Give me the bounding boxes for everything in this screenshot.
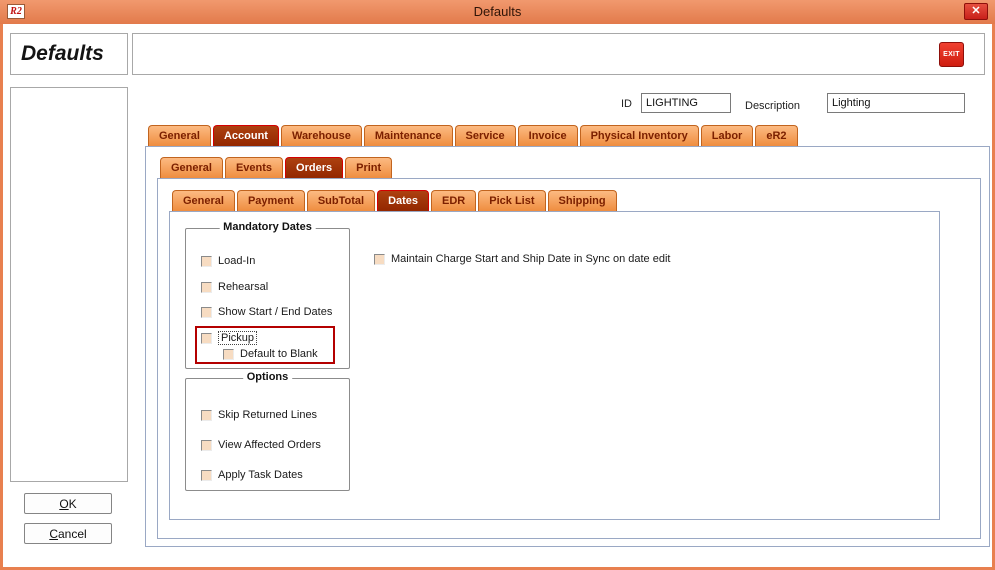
tab-l2-print[interactable]: Print — [345, 157, 392, 178]
load-in-checkbox[interactable] — [201, 256, 212, 267]
apply-task-dates-row: Apply Task Dates — [201, 467, 303, 483]
id-input[interactable] — [641, 93, 731, 113]
rehearsal-row: Rehearsal — [201, 279, 268, 295]
show-start-end-dates-row: Show Start / End Dates — [201, 304, 332, 320]
account-tab-bar: General Events Orders Print — [160, 157, 392, 178]
apply-task-dates-checkbox[interactable] — [201, 470, 212, 481]
tab-l2-general[interactable]: General — [160, 157, 223, 178]
default-to-blank-checkbox[interactable] — [223, 349, 234, 360]
pickup-checkbox[interactable] — [201, 333, 212, 344]
description-label: Description — [745, 100, 800, 112]
tab-l2-orders[interactable]: Orders — [285, 157, 343, 178]
description-input[interactable] — [827, 93, 965, 113]
ok-button[interactable]: OK — [24, 493, 112, 514]
left-list-panel — [10, 87, 128, 482]
rehearsal-label[interactable]: Rehearsal — [218, 281, 268, 293]
skip-returned-lines-row: Skip Returned Lines — [201, 407, 317, 423]
tab-l3-shipping[interactable]: Shipping — [548, 190, 617, 211]
tab-l3-payment[interactable]: Payment — [237, 190, 305, 211]
main-tab-bar: General Account Warehouse Maintenance Se… — [148, 125, 798, 146]
tab-l1-account[interactable]: Account — [213, 125, 279, 146]
skip-returned-lines-checkbox[interactable] — [201, 410, 212, 421]
id-label: ID — [621, 98, 632, 110]
show-start-end-dates-checkbox[interactable] — [201, 307, 212, 318]
maintain-sync-checkbox[interactable] — [374, 254, 385, 265]
tab-l1-service[interactable]: Service — [455, 125, 516, 146]
titlebar: R2 Defaults ✕ — [0, 0, 995, 24]
options-title: Options — [243, 371, 293, 383]
view-affected-orders-checkbox[interactable] — [201, 440, 212, 451]
defaults-window: R2 Defaults ✕ Defaults OK Cancel EXIT ID… — [0, 0, 995, 570]
page-heading-box: Defaults — [10, 33, 128, 75]
tab-l3-general[interactable]: General — [172, 190, 235, 211]
cancel-button[interactable]: Cancel — [24, 523, 112, 544]
exit-icon: EXIT — [943, 51, 960, 58]
tab-l3-pick-list[interactable]: Pick List — [478, 190, 545, 211]
maintain-sync-row: Maintain Charge Start and Ship Date in S… — [374, 251, 670, 267]
apply-task-dates-label[interactable]: Apply Task Dates — [218, 469, 303, 481]
window-title: Defaults — [0, 4, 995, 19]
tab-l1-physical-inventory[interactable]: Physical Inventory — [580, 125, 699, 146]
view-affected-orders-label[interactable]: View Affected Orders — [218, 439, 321, 451]
pickup-row: Pickup — [201, 330, 257, 346]
orders-tab-bar: General Payment SubTotal Dates EDR Pick … — [172, 190, 617, 211]
cancel-button-label: Cancel — [25, 527, 111, 541]
page-heading: Defaults — [21, 42, 104, 66]
close-button[interactable]: ✕ — [964, 3, 988, 20]
load-in-label[interactable]: Load-In — [218, 255, 255, 267]
tab-l1-general[interactable]: General — [148, 125, 211, 146]
show-start-end-dates-label[interactable]: Show Start / End Dates — [218, 306, 332, 318]
tab-l1-er2[interactable]: eR2 — [755, 125, 797, 146]
pickup-label[interactable]: Pickup — [218, 331, 257, 345]
mandatory-dates-title: Mandatory Dates — [219, 221, 316, 233]
tab-l1-maintenance[interactable]: Maintenance — [364, 125, 453, 146]
exit-button[interactable]: EXIT — [939, 42, 964, 67]
default-to-blank-label[interactable]: Default to Blank — [240, 348, 318, 360]
mandatory-dates-group: Mandatory Dates Load-In Rehearsal Show S… — [185, 228, 350, 369]
ok-button-label: OK — [25, 497, 111, 511]
maintain-sync-label[interactable]: Maintain Charge Start and Ship Date in S… — [391, 253, 670, 265]
skip-returned-lines-label[interactable]: Skip Returned Lines — [218, 409, 317, 421]
options-group: Options Skip Returned Lines View Affecte… — [185, 378, 350, 491]
tab-l1-warehouse[interactable]: Warehouse — [281, 125, 362, 146]
tab-l3-subtotal[interactable]: SubTotal — [307, 190, 375, 211]
view-affected-orders-row: View Affected Orders — [201, 437, 321, 453]
tab-l3-dates[interactable]: Dates — [377, 190, 429, 211]
tab-l3-edr[interactable]: EDR — [431, 190, 476, 211]
close-icon: ✕ — [971, 5, 980, 17]
tab-l2-events[interactable]: Events — [225, 157, 283, 178]
pickup-highlight-box: Pickup Default to Blank — [195, 326, 335, 364]
toolbar: EXIT — [132, 33, 985, 75]
load-in-row: Load-In — [201, 253, 255, 269]
tab-l1-labor[interactable]: Labor — [701, 125, 754, 146]
default-to-blank-row: Default to Blank — [223, 346, 318, 362]
rehearsal-checkbox[interactable] — [201, 282, 212, 293]
tab-l1-invoice[interactable]: Invoice — [518, 125, 578, 146]
